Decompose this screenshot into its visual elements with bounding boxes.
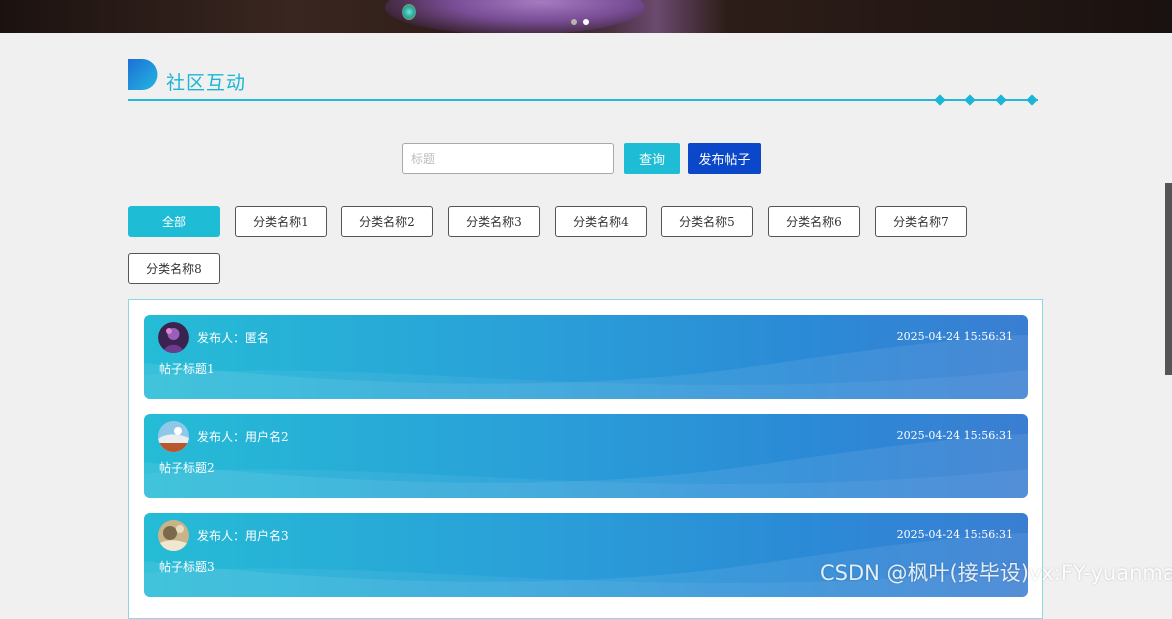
card-wave-decoration [144,335,1028,399]
category-all[interactable]: 全部 [128,206,220,237]
divider-diamond-icon [964,94,976,106]
publisher-label: 发布人： [197,331,246,345]
post-publisher: 发布人： 匿名 [197,329,269,346]
section-logo-icon [128,59,158,90]
category-6[interactable]: 分类名称6 [768,206,860,237]
publisher-name: 用户名2 [245,430,289,444]
avatar [158,421,189,452]
divider-diamond-icon [934,94,946,106]
category-8[interactable]: 分类名称8 [128,253,220,284]
publisher-label: 发布人： [197,529,246,543]
category-5[interactable]: 分类名称5 [661,206,753,237]
avatar [158,520,189,551]
avatar [158,322,189,353]
post-publisher: 发布人： 用户名2 [197,428,289,445]
section-title: 社区互动 [166,72,247,94]
banner-carousel[interactable] [0,0,1172,33]
publisher-name: 匿名 [245,331,270,345]
publisher-label: 发布人： [197,430,246,444]
post-time: 2025-04-24 15:56:31 [896,429,1013,442]
page-scrollbar[interactable] [1165,183,1172,375]
category-4[interactable]: 分类名称4 [555,206,647,237]
category-2[interactable]: 分类名称2 [341,206,433,237]
banner-image [385,0,645,33]
section-divider [128,99,1038,101]
carousel-dot-2[interactable] [583,19,589,25]
post-time: 2025-04-24 15:56:31 [896,528,1013,541]
post-time: 2025-04-24 15:56:31 [896,330,1013,343]
card-wave-decoration [144,434,1028,498]
category-1[interactable]: 分类名称1 [235,206,327,237]
banner-gem [402,4,416,20]
search-input[interactable] [402,143,614,174]
post-publisher: 发布人： 用户名3 [197,527,289,544]
category-3[interactable]: 分类名称3 [448,206,540,237]
post-card[interactable]: 发布人： 匿名 2025-04-24 15:56:31 帖子标题1 [144,315,1028,399]
publish-post-button[interactable]: 发布帖子 [688,143,761,174]
publisher-name: 用户名3 [245,529,289,543]
carousel-dot-1[interactable] [571,19,577,25]
category-7[interactable]: 分类名称7 [875,206,967,237]
divider-diamond-icon [1026,94,1038,106]
post-title[interactable]: 帖子标题1 [159,360,215,377]
post-title[interactable]: 帖子标题3 [159,558,215,575]
post-card[interactable]: 发布人： 用户名2 2025-04-24 15:56:31 帖子标题2 [144,414,1028,498]
divider-diamond-icon [995,94,1007,106]
watermark: CSDN @枫叶(接毕设)vx:FY-yuanma [820,561,1172,585]
query-button[interactable]: 查询 [624,143,680,174]
post-title[interactable]: 帖子标题2 [159,459,215,476]
